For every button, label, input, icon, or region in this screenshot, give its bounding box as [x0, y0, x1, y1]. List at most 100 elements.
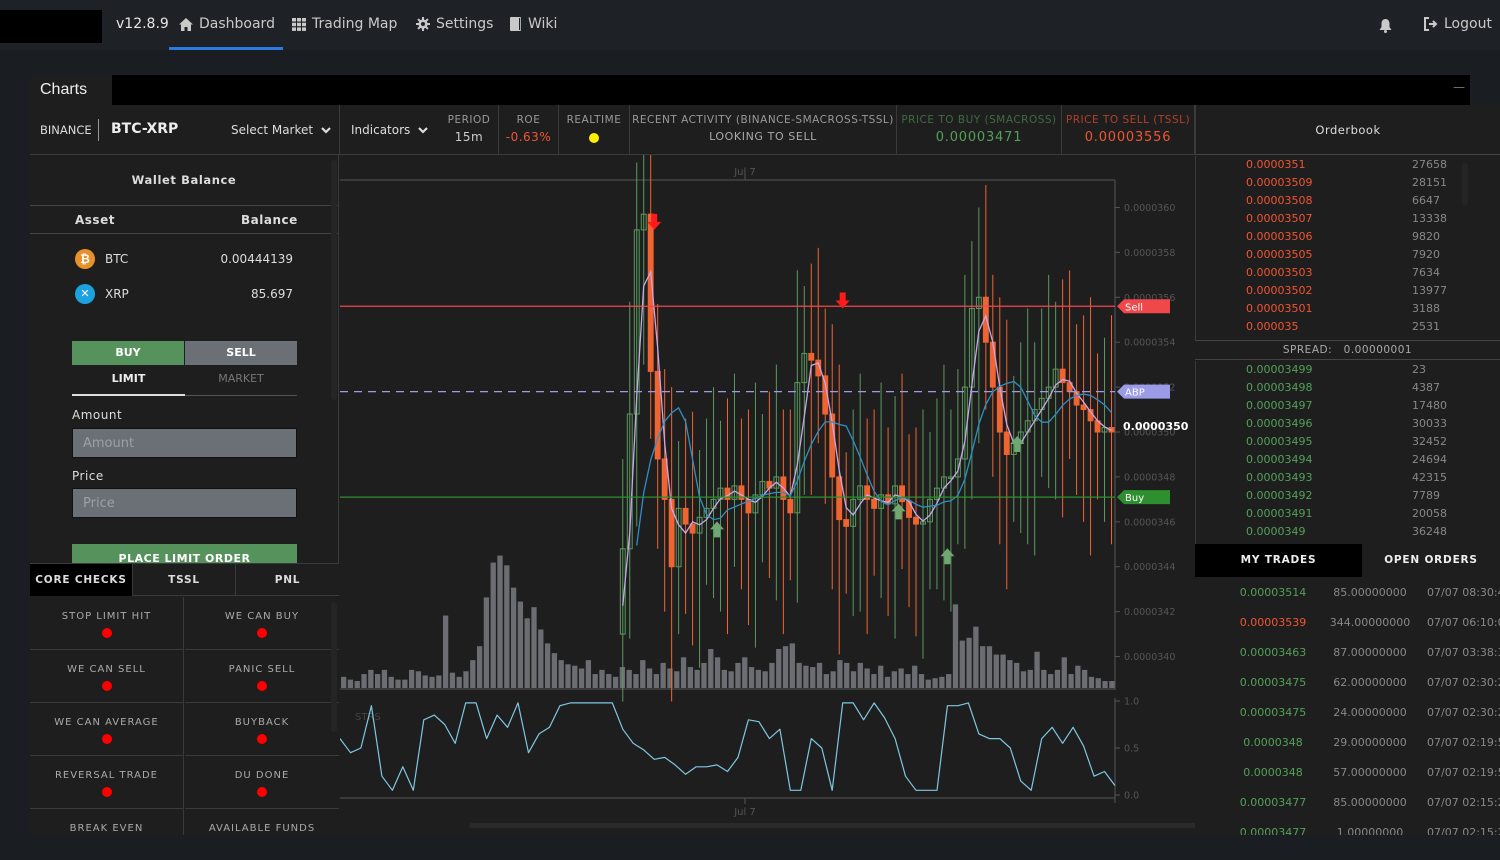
volume-bar	[905, 674, 911, 688]
volume-bar	[640, 660, 646, 688]
nav-item-dashboard[interactable]: Dashboard	[179, 16, 275, 32]
stoch-tick-label: 0.5	[1124, 744, 1139, 755]
orderbook-row[interactable]: 0.00003501 3188	[1196, 300, 1486, 318]
spread-label: SPREAD:	[1282, 344, 1333, 356]
tab-core-checks[interactable]: CORE CHECKS	[30, 564, 133, 596]
tab-my-trades[interactable]: MY TRADES	[1195, 544, 1362, 577]
core-check-item: AVAILABLE FUNDS	[185, 809, 339, 835]
orderbook-row[interactable]: 0.0000349 36248	[1196, 523, 1486, 541]
tab-tssl[interactable]: TSSL	[133, 564, 236, 596]
buy-button[interactable]: BUY	[72, 341, 184, 365]
volume-bar	[368, 669, 374, 688]
volume-bar	[504, 565, 510, 688]
volume-bar	[592, 674, 598, 688]
order-line-label: Buy	[1125, 493, 1144, 504]
core-checks-scrollbar[interactable]	[331, 602, 337, 732]
orderbook-row[interactable]: 0.00003496 30033	[1196, 415, 1486, 433]
volume-bar	[769, 662, 775, 688]
volume-bar	[980, 646, 986, 688]
orderbook-row[interactable]: 0.00003497 17480	[1196, 397, 1486, 415]
amount-input[interactable]	[72, 428, 297, 458]
indicators-label: Indicators	[351, 123, 411, 137]
orderbook-scrollbar[interactable]	[1462, 163, 1468, 205]
orderbook-row[interactable]: 0.000035 2531	[1196, 318, 1486, 336]
volume-bar	[572, 665, 578, 688]
tab-market[interactable]: MARKET	[185, 372, 297, 396]
asset-balance: 85.697	[251, 287, 293, 301]
core-check-label: STOP LIMIT HIT	[61, 611, 152, 622]
tab-pnl[interactable]: PNL	[236, 564, 339, 596]
orderbook-price: 0.0000351	[1246, 158, 1306, 171]
chart-svg[interactable]: Jul 7Jul 70.00003600.00003580.00003560.0…	[339, 101, 1195, 835]
volume-bar	[755, 669, 761, 688]
orderbook-row[interactable]: 0.00003495 32452	[1196, 433, 1486, 451]
core-check-item: BREAK EVEN	[30, 809, 184, 835]
orderbook-row[interactable]: 0.00003508 6647	[1196, 192, 1486, 210]
gear-icon	[416, 17, 430, 31]
period-label: PERIOD	[447, 114, 491, 126]
place-limit-order-button[interactable]: PLACE LIMIT ORDER	[72, 544, 297, 563]
orderbook-row[interactable]: 0.0000351 27658	[1196, 156, 1486, 174]
indicators-dropdown[interactable]: Indicators	[351, 123, 429, 137]
volume-bar	[374, 674, 381, 688]
orderbook-qty: 42315	[1412, 471, 1447, 484]
trade-time: 07/07 02:19:51	[1427, 766, 1500, 779]
chevron-down-icon	[418, 126, 429, 134]
logout-button[interactable]: Logout	[1423, 16, 1492, 32]
volume-bar	[959, 640, 965, 688]
trade-time: 07/07 08:30:47	[1427, 586, 1500, 599]
status-indicator	[101, 628, 112, 638]
core-check-item: WE CAN AVERAGE	[30, 703, 184, 756]
orderbook-row[interactable]: 0.00003509 28151	[1196, 174, 1486, 192]
nav-item-wiki[interactable]: Wiki	[510, 16, 557, 32]
bell-icon	[1379, 19, 1392, 33]
volume-bar	[538, 629, 544, 688]
orderbook-price: 0.00003493	[1246, 471, 1313, 484]
orderbook-row[interactable]: 0.00003507 13338	[1196, 210, 1486, 228]
orderbook-row[interactable]: 0.00003494 24694	[1196, 451, 1486, 469]
tab-limit[interactable]: LIMIT	[72, 372, 185, 396]
status-indicator	[101, 787, 112, 797]
asset-symbol: BTC	[105, 252, 129, 266]
orderbook-row[interactable]: 0.00003491 20058	[1196, 505, 1486, 523]
realtime-label: REALTIME	[566, 114, 622, 126]
select-market-dropdown[interactable]: Select Market	[231, 123, 331, 137]
volume-bar	[925, 679, 931, 688]
panel-minimize-button[interactable]: —	[1453, 80, 1465, 94]
recent-activity-cell: RECENT ACTIVITY (BINANCE-SMACROSS-TSSL) …	[630, 105, 897, 155]
volume-bar	[871, 674, 877, 688]
volume-bar	[776, 648, 782, 688]
orderbook-row[interactable]: 0.00003498 4387	[1196, 379, 1486, 397]
price-chart[interactable]: Jul 7 Jul 7 0.0000360 0.0000358 0.0000356 0.0…	[339, 101, 1195, 835]
candle-body	[989, 341, 996, 388]
price-label: Price	[72, 469, 104, 483]
trades-tabs: MY TRADES OPEN ORDERS	[1195, 544, 1500, 577]
notifications-button[interactable]	[1379, 18, 1392, 37]
core-check-item: PANIC SELL	[185, 650, 339, 703]
trade-time: 07/07 02:19:51	[1427, 736, 1500, 749]
trade-row: 0.000034829.0000000007/07 02:19:51	[1195, 727, 1500, 757]
nav-item-settings[interactable]: Settings	[416, 16, 493, 32]
nav-label: Settings	[436, 16, 494, 32]
sell-button[interactable]: SELL	[185, 341, 297, 365]
volume-bar	[442, 615, 449, 688]
volume-bar	[1041, 669, 1047, 688]
nav-item-trading-map[interactable]: Trading Map	[292, 16, 397, 32]
volume-bar	[449, 672, 456, 688]
orderbook-row[interactable]: 0.00003505 7920	[1196, 246, 1486, 264]
volume-bar	[653, 674, 660, 688]
status-indicator	[101, 734, 112, 744]
orderbook-row[interactable]: 0.00003506 9820	[1196, 228, 1486, 246]
tab-open-orders[interactable]: OPEN ORDERS	[1362, 544, 1500, 577]
volume-bar	[1000, 654, 1006, 688]
sidebar-scrollbar[interactable]	[331, 160, 337, 400]
volume-bar	[490, 562, 496, 688]
orderbook-row[interactable]: 0.00003503 7634	[1196, 264, 1486, 282]
orderbook-row[interactable]: 0.00003492 7789	[1196, 487, 1486, 505]
orderbook-row[interactable]: 0.00003493 42315	[1196, 469, 1486, 487]
orderbook-row[interactable]: 0.00003502 13977	[1196, 282, 1486, 300]
price-input[interactable]	[72, 488, 297, 518]
orderbook-qty: 13338	[1412, 212, 1447, 225]
orderbook-row[interactable]: 0.00003499 23	[1196, 361, 1486, 379]
volume-bar	[830, 671, 836, 688]
